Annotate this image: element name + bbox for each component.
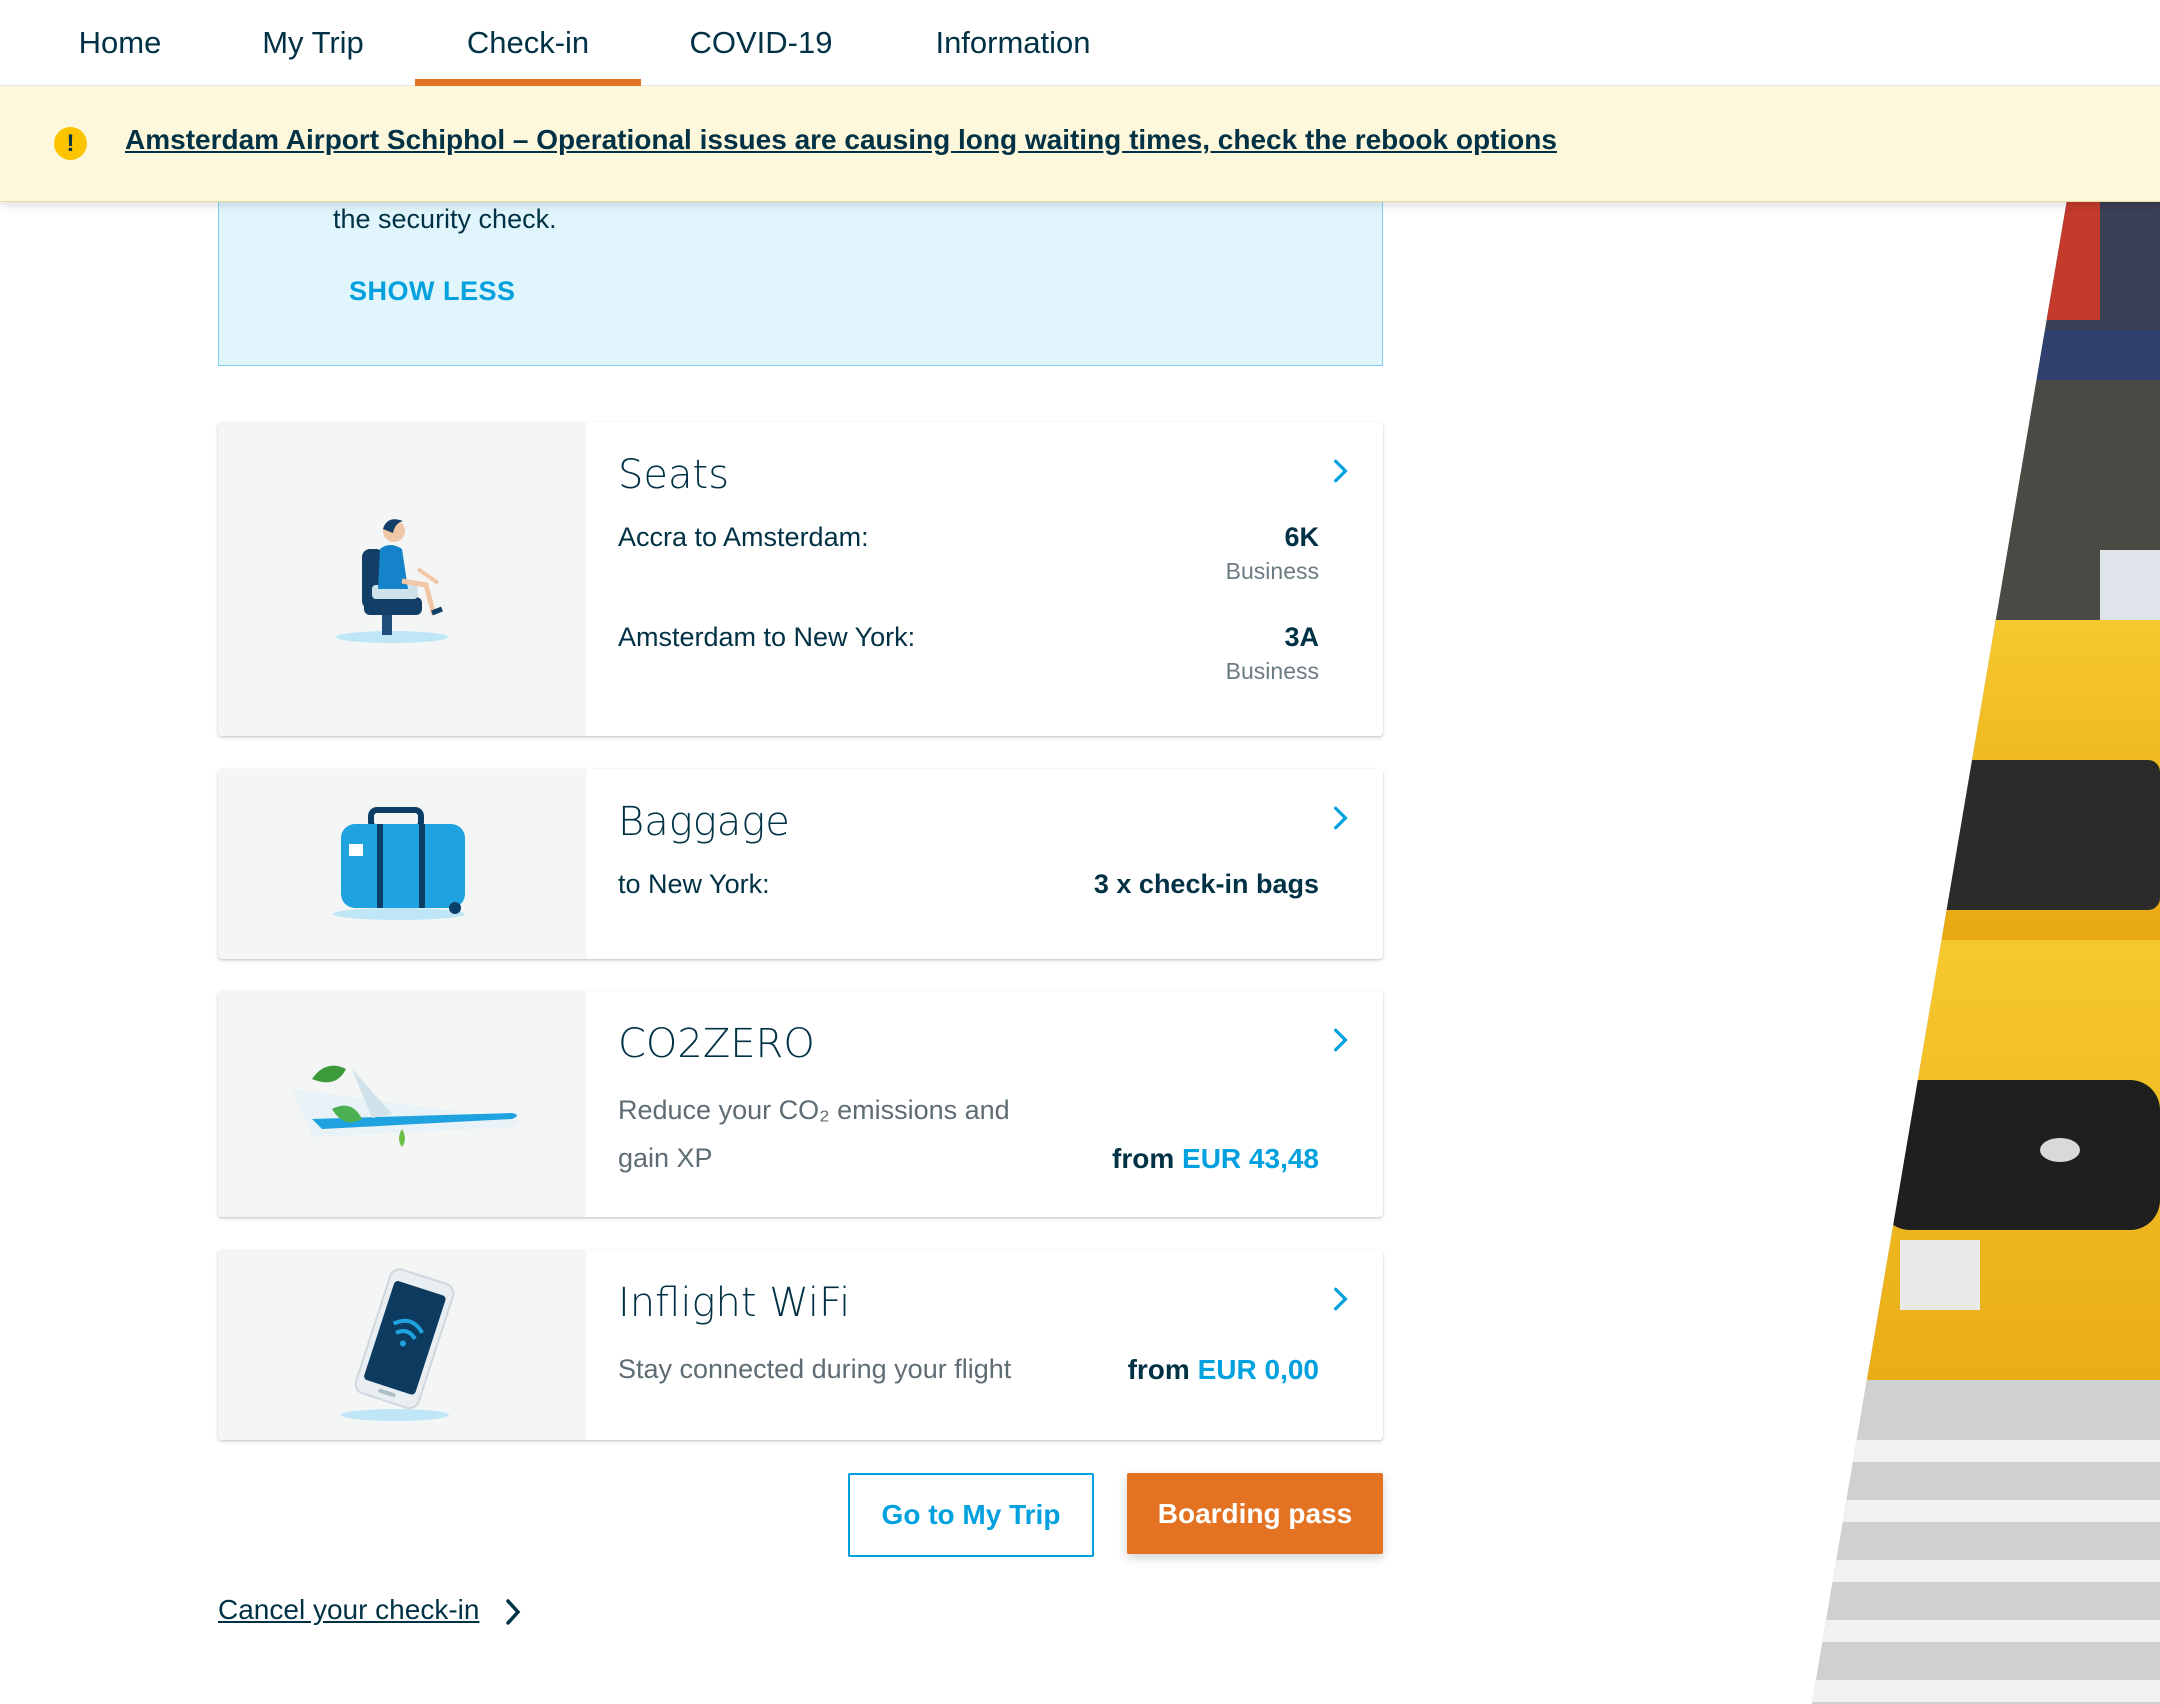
seat-segment-label: Amsterdam to New York: [618,622,916,652]
co2zero-description: Reduce your CO₂ emissions and gain XP [618,1095,1010,1173]
seat-number: 3A [1284,622,1319,652]
tab-home[interactable]: Home [54,0,186,86]
plane-with-leaves-illustration [292,1065,518,1147]
chevron-right-icon [506,1599,521,1625]
tab-check-in[interactable]: Check-in [415,0,641,86]
tab-covid-19[interactable]: COVID-19 [666,0,856,86]
baggage-card[interactable]: Baggage to New York: 3 x check-in bags [218,769,1383,959]
co2zero-card[interactable]: CO2ZERO Reduce your CO₂ emissions and ga… [218,991,1383,1217]
card-illustration [218,769,586,959]
card-illustration [218,422,586,736]
card-illustration [218,991,586,1217]
card-title: Inflight WiFi [618,1280,851,1326]
seats-card[interactable]: Seats Accra to Amsterdam: 6K Business Am… [218,422,1383,736]
baggage-destination-label: to New York: [618,869,770,899]
card-illustration [218,1250,586,1440]
suitcase-illustration [333,807,465,920]
info-text: the security check. [333,204,557,234]
tab-my-trip[interactable]: My Trip [236,0,390,86]
tab-information[interactable]: Information [910,0,1116,86]
seat-class: Business [1225,558,1319,584]
co2zero-price: from EUR 43,48 [1112,1143,1319,1174]
show-less-link[interactable]: SHOW LESS [349,276,516,307]
wifi-description: Stay connected during your flight [618,1354,1012,1384]
top-navigation: Home My Trip Check-in COVID-19 Informati… [0,0,2160,86]
seat-number: 6K [1284,522,1319,552]
chevron-right-icon [1334,1028,1348,1052]
inflight-wifi-card[interactable]: Inflight WiFi Stay connected during your… [218,1250,1383,1440]
warning-icon: ! [54,127,87,160]
boarding-pass-button[interactable]: Boarding pass [1127,1473,1383,1554]
chevron-right-icon [1334,1287,1348,1311]
passenger-seat-illustration [336,519,448,643]
cancel-checkin-link[interactable]: Cancel your check-in [218,1594,479,1626]
seat-segment-label: Accra to Amsterdam: [618,522,869,552]
alert-link[interactable]: Amsterdam Airport Schiphol – Operational… [125,124,1557,156]
seat-class: Business [1225,658,1319,684]
card-title: CO2ZERO [618,1021,815,1067]
go-to-my-trip-button[interactable]: Go to My Trip [848,1473,1094,1557]
card-title: Baggage [618,799,790,845]
baggage-allowance: 3 x check-in bags [1093,869,1319,899]
wifi-price: from EUR 0,00 [1127,1354,1319,1385]
chevron-right-icon [1334,806,1348,830]
smartphone-wifi-illustration [341,1268,455,1421]
card-title: Seats [618,452,730,498]
new-york-taxi-photo [1812,200,2160,1704]
alert-banner: ! Amsterdam Airport Schiphol – Operation… [0,86,2160,202]
chevron-right-icon [1334,459,1348,483]
security-info-box: the security check. SHOW LESS [218,190,1383,366]
